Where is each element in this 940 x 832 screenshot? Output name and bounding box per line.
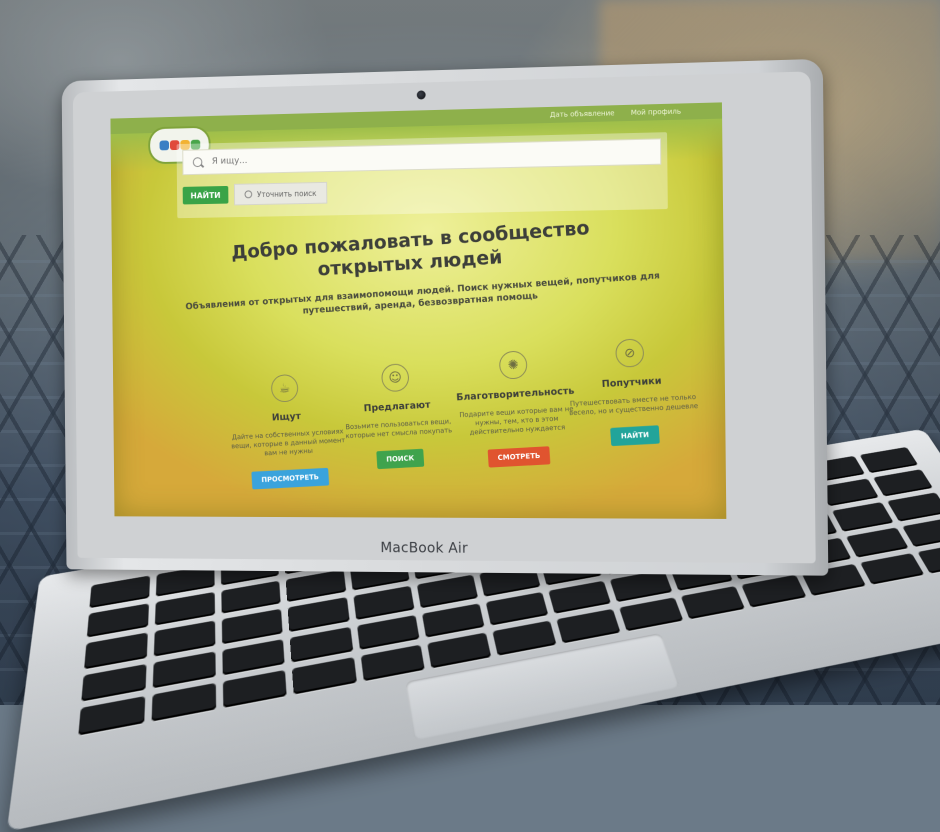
view-button[interactable]: ПРОСМОТРЕТЬ <box>251 467 329 489</box>
refine-search-button[interactable]: Уточнить поиск <box>234 182 327 206</box>
refine-search-label: Уточнить поиск <box>257 189 317 199</box>
keyboard-key[interactable] <box>223 639 285 675</box>
keyboard-key[interactable] <box>152 683 217 722</box>
keyboard-key[interactable] <box>417 575 478 608</box>
keyboard-key[interactable] <box>556 609 620 644</box>
keyboard-key[interactable] <box>154 621 216 656</box>
keyboard-key[interactable] <box>360 645 424 682</box>
laptop-brand: MacBook Air <box>380 540 468 556</box>
keyboard-key[interactable] <box>222 609 283 644</box>
target-icon <box>245 190 253 198</box>
keyboard-key[interactable] <box>153 651 216 688</box>
keyboard-key[interactable] <box>84 633 148 669</box>
keyboard-key[interactable] <box>357 615 420 650</box>
feature-title: Попутчики <box>566 373 698 392</box>
post-ad-link[interactable]: Дать объявление <box>550 109 615 119</box>
keyboard-key[interactable] <box>619 597 683 631</box>
cup-icon: ☕ <box>270 374 299 403</box>
smile-icon: ☺ <box>381 363 410 392</box>
keyboard-key[interactable] <box>222 581 282 614</box>
sun-icon: ✺ <box>498 350 528 380</box>
keyboard-key[interactable] <box>485 592 548 626</box>
keyboard-key[interactable] <box>819 479 879 507</box>
feature-title: Благотворительность <box>450 385 580 403</box>
keyboard-key[interactable] <box>887 493 940 522</box>
feature-travel: ⊘ Попутчики Путешествовать вместе не тол… <box>563 335 701 449</box>
keyboard-key[interactable] <box>859 447 918 473</box>
keyboard-key[interactable] <box>427 632 491 668</box>
keyboard-key[interactable] <box>78 696 145 736</box>
keyboard-key[interactable] <box>742 575 806 608</box>
find-companion-button[interactable]: НАЙТИ <box>610 426 659 447</box>
keyboard-key[interactable] <box>286 570 346 603</box>
keyboard-key[interactable] <box>87 603 149 637</box>
keyboard-key[interactable] <box>292 657 356 694</box>
feature-title: Предлагают <box>334 398 462 416</box>
keyboard-key[interactable] <box>681 586 745 619</box>
keyboard-key[interactable] <box>81 664 146 702</box>
keyboard-key[interactable] <box>422 603 485 637</box>
keyboard-key[interactable] <box>89 575 150 608</box>
search-icon <box>193 157 203 167</box>
keyboard-key[interactable] <box>902 517 940 547</box>
feature-title: Ищут <box>224 408 349 426</box>
keyboard-key[interactable] <box>155 592 215 626</box>
compass-icon: ⊘ <box>615 338 645 368</box>
search-box <box>182 138 661 175</box>
keyboard-key[interactable] <box>832 502 893 531</box>
keyboard-key[interactable] <box>288 598 349 632</box>
keyboard-key[interactable] <box>873 469 933 496</box>
search-panel: НАЙТИ Уточнить поиск <box>177 132 668 218</box>
keyboard-key[interactable] <box>860 553 925 585</box>
feature-description: Возьмите пользоваться вещи, которые нет … <box>335 417 463 442</box>
keyboard-key[interactable] <box>845 527 908 557</box>
keyboard-key[interactable] <box>290 627 353 663</box>
watch-button[interactable]: СМОТРЕТЬ <box>487 446 551 467</box>
feature-description: Путешествовать вместе не только весело, … <box>567 393 700 419</box>
my-profile-link[interactable]: Мой профиль <box>631 108 681 117</box>
logo-block-blue <box>159 140 169 150</box>
search-input[interactable] <box>210 146 626 167</box>
search-button[interactable]: ПОИСК <box>376 449 424 469</box>
feature-offering: ☺ Предлагают Возьмите пользоваться вещи,… <box>331 360 464 471</box>
keyboard-key[interactable] <box>353 586 414 619</box>
keyboard-key[interactable] <box>492 620 556 655</box>
laptop-lid: MacBook Air Дать объявление Мой профиль … <box>62 59 829 576</box>
feature-description: Подарите вещи которые вам не нужны, тем,… <box>452 404 583 439</box>
keyboard-key[interactable] <box>548 580 611 613</box>
feature-description: Дайте на собственных условиях вещи, кото… <box>225 427 351 461</box>
keyboard-key[interactable] <box>223 670 287 708</box>
find-button[interactable]: НАЙТИ <box>183 186 229 205</box>
website-screen: Дать объявление Мой профиль НАЙТИ Уточни… <box>110 102 726 519</box>
